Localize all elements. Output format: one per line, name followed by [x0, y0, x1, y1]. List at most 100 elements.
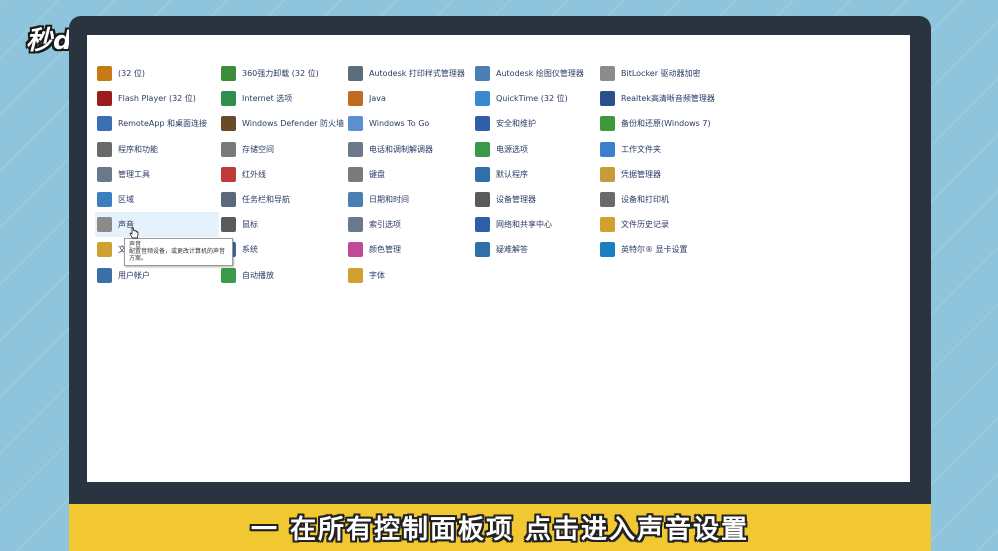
user-accounts-icon	[97, 267, 112, 283]
java-icon	[348, 91, 363, 107]
cp-item-default-programs[interactable]: 默认程序	[473, 162, 598, 187]
cp-item-system[interactable]: 系统	[219, 237, 346, 262]
devices-printers-icon	[600, 192, 615, 208]
cp-item-label: 电话和调制解调器	[369, 144, 433, 154]
cp-item-label: 任务栏和导航	[242, 195, 290, 205]
tooltip-title: 声音	[129, 241, 142, 248]
cp-item-label: RemoteApp 和桌面连接	[118, 119, 208, 129]
java-cup-icon	[97, 66, 112, 82]
cp-item-label: QuickTime (32 位)	[496, 94, 568, 104]
cp-item-label: 系统	[242, 245, 258, 255]
intel-graphics-icon	[600, 242, 615, 258]
cp-item-admin-tools[interactable]: 管理工具	[95, 162, 219, 187]
tooltip-text: 配置音频设备，或更改计算机的声音方案。	[129, 248, 226, 262]
cp-item-label: 疑难解答	[496, 245, 528, 255]
cp-item-sound[interactable]: 声音	[95, 212, 219, 238]
cp-item-file-history[interactable]: 文件历史记录	[598, 212, 726, 237]
cp-item-devices-printers[interactable]: 设备和打印机	[598, 187, 726, 212]
cp-item-font[interactable]: 字体	[346, 263, 473, 288]
cp-item-label: Realtek高清晰音频管理器	[621, 94, 715, 104]
cp-item-label: 用户帐户	[118, 270, 150, 280]
cp-item-uninstall[interactable]: 360强力卸载 (32 位)	[219, 61, 346, 86]
cp-item-java[interactable]: Java	[346, 86, 473, 111]
cp-item-label: Autodesk 打印样式管理器	[369, 69, 465, 79]
cp-item-label: 颜色管理	[369, 245, 401, 255]
cp-item-label: BitLocker 驱动器加密	[621, 69, 701, 79]
cp-item-label: Autodesk 绘图仪管理器	[496, 69, 584, 79]
cp-item-label: 360强力卸载 (32 位)	[242, 69, 319, 79]
font-icon	[348, 267, 363, 283]
flag-icon	[475, 116, 490, 132]
cp-item-label: 电源选项	[496, 144, 528, 154]
printer-icon	[348, 66, 363, 82]
phone-modem-icon	[348, 141, 363, 157]
cp-item-index[interactable]: 索引选项	[346, 212, 473, 237]
file-history-icon	[600, 217, 615, 233]
cp-item-region[interactable]: 区域	[95, 187, 219, 212]
cp-item-user-accounts[interactable]: 用户帐户	[95, 263, 219, 288]
cp-item-backup[interactable]: 备份和还原(Windows 7)	[598, 111, 726, 136]
cp-item-intel-graphics[interactable]: 英特尔® 显卡设置	[598, 237, 726, 262]
cp-item-clock[interactable]: 日期和时间	[346, 187, 473, 212]
cp-item-label: 英特尔® 显卡设置	[621, 245, 688, 255]
cp-item-phone-modem[interactable]: 电话和调制解调器	[346, 137, 473, 162]
power-icon	[475, 141, 490, 157]
cp-item-label: 管理工具	[118, 169, 150, 179]
cp-item-infrared[interactable]: 红外线	[219, 162, 346, 187]
cp-item-globe[interactable]: Internet 选项	[219, 86, 346, 111]
plotter-icon	[475, 66, 490, 82]
cp-item-label: 日期和时间	[369, 195, 409, 205]
folder-options-icon	[97, 242, 112, 258]
cp-item-printer[interactable]: Autodesk 打印样式管理器	[346, 61, 473, 86]
cp-item-mouse[interactable]: 鼠标	[219, 212, 346, 237]
cp-item-speaker[interactable]: Realtek高清晰音频管理器	[598, 86, 726, 111]
firewall-icon	[221, 116, 236, 132]
cp-item-label: 文件历史记录	[621, 220, 669, 230]
device-manager-icon	[475, 192, 490, 208]
cp-item-label: (32 位)	[118, 69, 145, 79]
cp-item-remote-desktop[interactable]: RemoteApp 和桌面连接	[95, 111, 219, 136]
cp-item-keyboard[interactable]: 键盘	[346, 162, 473, 187]
cp-item-quicktime[interactable]: QuickTime (32 位)	[473, 86, 598, 111]
cp-item-bitlocker[interactable]: BitLocker 驱动器加密	[598, 61, 726, 86]
cp-item-label: 网络和共享中心	[496, 220, 552, 230]
cp-item-color-management[interactable]: 颜色管理	[346, 237, 473, 262]
cp-item-label: Windows Defender 防火墙	[242, 119, 344, 129]
control-panel-window: (32 位) 360强力卸载 (32 位) Autodesk 打印样式管理器 Auto…	[87, 35, 910, 482]
backup-icon	[600, 116, 615, 132]
cp-item-autoplay[interactable]: 自动播放	[219, 263, 346, 288]
cp-item-credential[interactable]: 凭据管理器	[598, 162, 726, 187]
cp-item-taskbar[interactable]: 任务栏和导航	[219, 187, 346, 212]
keyboard-icon	[348, 166, 363, 182]
default-programs-icon	[475, 166, 490, 182]
cp-item-work-folder[interactable]: 工作文件夹	[598, 137, 726, 162]
programs-icon	[97, 141, 112, 157]
uninstall-icon	[221, 66, 236, 82]
storage-icon	[221, 141, 236, 157]
cp-item-power[interactable]: 电源选项	[473, 137, 598, 162]
cp-item-device-manager[interactable]: 设备管理器	[473, 187, 598, 212]
cp-item-firewall[interactable]: Windows Defender 防火墙	[219, 111, 346, 136]
quicktime-icon	[475, 91, 490, 107]
network-icon	[475, 217, 490, 233]
subtitle-text: 一 在所有控制面板项 点击进入声音设置	[250, 515, 750, 545]
cp-item-network[interactable]: 网络和共享中心	[473, 212, 598, 237]
cp-item-label: 程序和功能	[118, 144, 158, 154]
globe-icon	[221, 91, 236, 107]
cp-item-label: 安全和维护	[496, 119, 536, 129]
cp-item-flag[interactable]: 安全和维护	[473, 111, 598, 136]
cp-item-storage[interactable]: 存储空间	[219, 137, 346, 162]
cp-item-label: 红外线	[242, 169, 266, 179]
cp-item-label: 凭据管理器	[621, 169, 661, 179]
cp-item-java-cup[interactable]: (32 位)	[95, 61, 219, 86]
cp-item-label: 区域	[118, 195, 134, 205]
work-folder-icon	[600, 141, 615, 157]
clock-icon	[348, 192, 363, 208]
cp-item-usb-drive[interactable]: Windows To Go	[346, 111, 473, 136]
cp-item-programs[interactable]: 程序和功能	[95, 137, 219, 162]
cp-item-flash[interactable]: Flash Player (32 位)	[95, 86, 219, 111]
cp-item-troubleshoot[interactable]: 疑难解答	[473, 237, 598, 262]
index-icon	[348, 217, 363, 233]
cp-item-plotter[interactable]: Autodesk 绘图仪管理器	[473, 61, 598, 86]
cp-item-label: 工作文件夹	[621, 144, 661, 154]
